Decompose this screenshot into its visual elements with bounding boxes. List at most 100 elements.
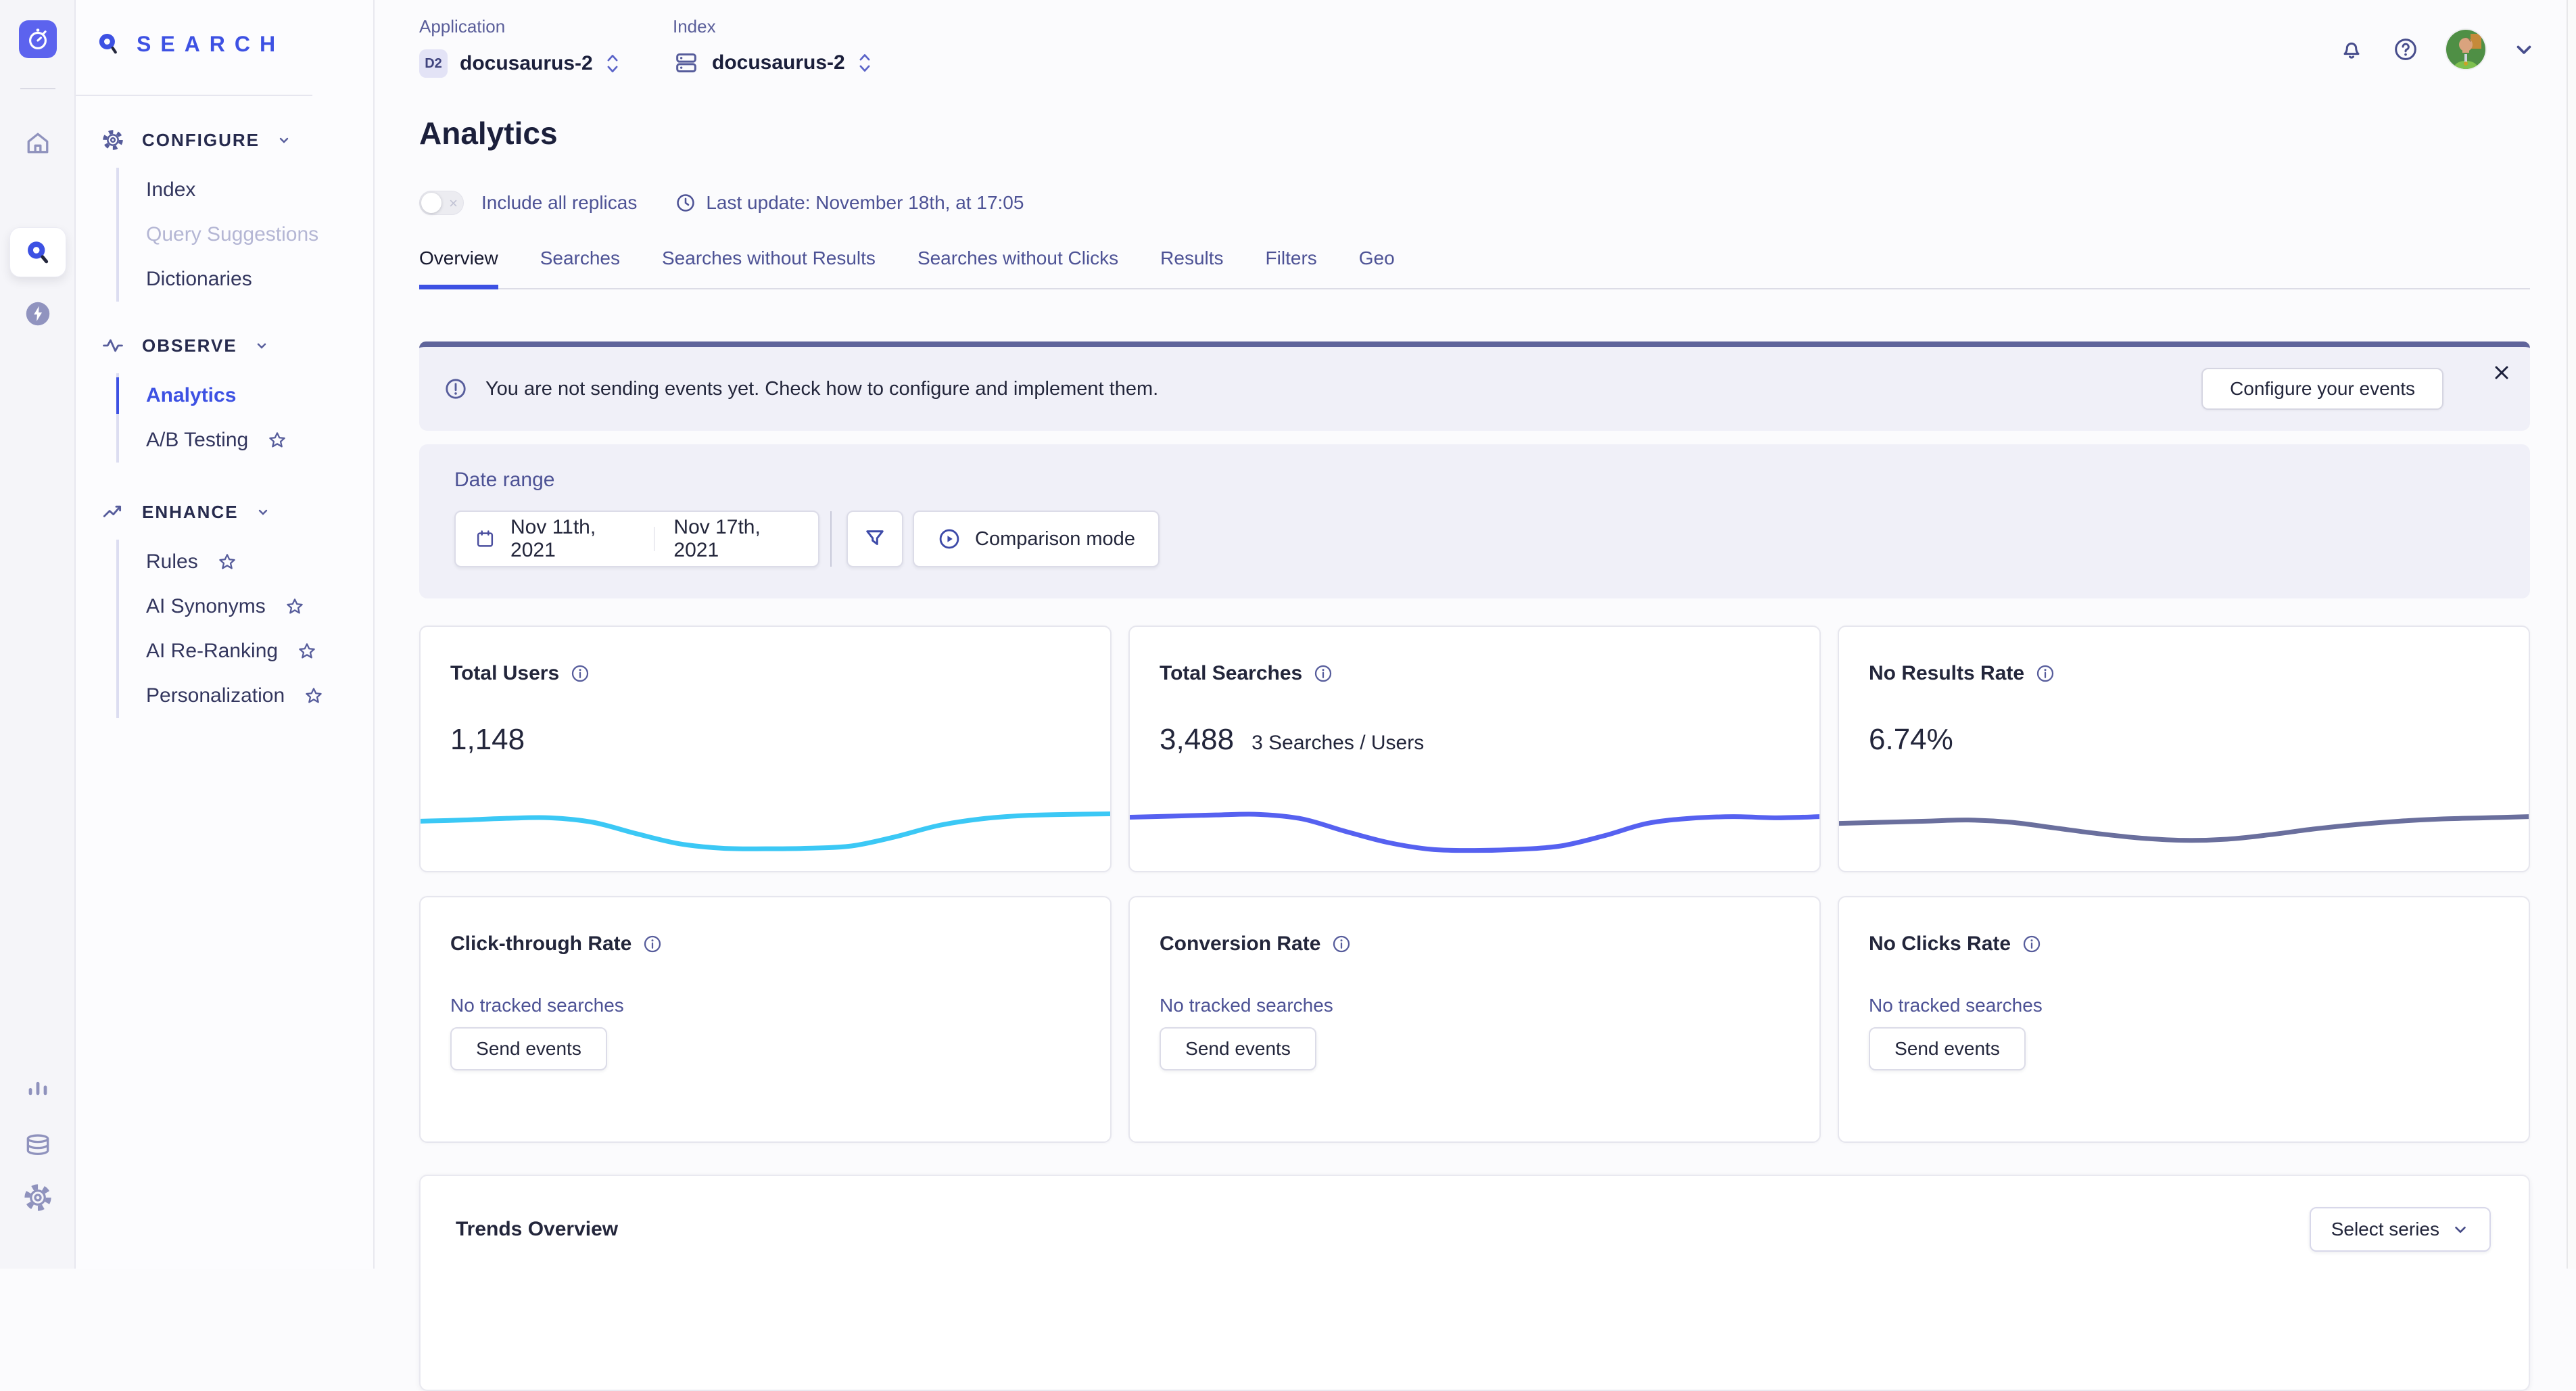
date-range-button[interactable]: Nov 11th, 2021 Nov 17th, 2021: [454, 511, 819, 567]
sidebar-item-label: Dictionaries: [146, 268, 252, 291]
filter-button[interactable]: [846, 511, 903, 567]
settings-gear-icon[interactable]: [23, 1183, 53, 1212]
user-avatar[interactable]: [2446, 30, 2485, 69]
scrollbar-track[interactable]: [2567, 0, 2576, 1269]
include-replicas-toggle[interactable]: ×: [419, 191, 464, 215]
application-label: Application: [419, 16, 620, 37]
nav-section-configure[interactable]: CONFIGURE: [76, 123, 373, 157]
nav-section-observe[interactable]: OBSERVE: [76, 329, 373, 362]
empty-state-text: No tracked searches: [1869, 995, 2499, 1016]
info-icon[interactable]: [642, 934, 663, 954]
total-users-card: Total Users 1,148: [419, 626, 1112, 872]
pulse-icon: [101, 334, 124, 357]
sidebar-item-label: Rules: [146, 550, 198, 573]
user-menu-chevron-icon[interactable]: [2512, 38, 2535, 61]
sidebar-item-dictionaries[interactable]: Dictionaries: [119, 257, 373, 302]
search-icon: [22, 237, 53, 268]
send-events-button[interactable]: Send events: [1160, 1027, 1316, 1070]
comparison-mode-label: Comparison mode: [975, 528, 1135, 550]
card-title: Click-through Rate: [450, 933, 631, 956]
sidebar-item-query-suggestions[interactable]: Query Suggestions: [119, 212, 373, 257]
toggle-off-x-icon: ×: [449, 195, 458, 212]
play-circle-icon: [937, 527, 961, 551]
nav-items-configure: Index Query Suggestions Dictionaries: [116, 168, 373, 302]
logo-text: SEARCH: [137, 32, 285, 57]
info-icon[interactable]: [2022, 934, 2042, 954]
card-title: Total Searches: [1160, 662, 1302, 685]
events-banner: You are not sending events yet. Check ho…: [419, 341, 2530, 431]
topbar-right: [2338, 30, 2535, 69]
chevron-down-icon: [2452, 1221, 2469, 1238]
home-icon[interactable]: [23, 128, 53, 158]
sidebar-item-ai-reranking[interactable]: AI Re-Ranking: [119, 629, 373, 674]
banner-message: You are not sending events yet. Check ho…: [485, 378, 1158, 400]
select-series-button[interactable]: Select series: [2310, 1207, 2491, 1252]
star-icon: [297, 641, 317, 661]
date-range-label: Date range: [454, 469, 2530, 492]
send-events-button[interactable]: Send events: [450, 1027, 607, 1070]
clock-icon: [675, 192, 696, 214]
application-badge: D2: [419, 49, 448, 78]
sidebar-item-analytics[interactable]: Analytics: [119, 373, 373, 418]
help-icon[interactable]: [2392, 36, 2419, 63]
tab-filters[interactable]: Filters: [1266, 247, 1317, 288]
sidebar-item-ai-synonyms[interactable]: AI Synonyms: [119, 584, 373, 629]
page-meta-row: × Include all replicas Last update: Nove…: [419, 191, 1024, 215]
tab-searches[interactable]: Searches: [540, 247, 620, 288]
last-update-text: Last update: November 18th, at 17:05: [706, 192, 1024, 214]
index-value: docusaurus-2: [712, 51, 845, 74]
nav-section-enhance[interactable]: ENHANCE: [76, 495, 373, 529]
notifications-bell-icon[interactable]: [2338, 36, 2365, 63]
chevron-down-icon: [254, 337, 270, 354]
tab-results[interactable]: Results: [1160, 247, 1223, 288]
card-title: No Results Rate: [1869, 662, 2024, 685]
application-selector[interactable]: Application D2 docusaurus-2: [419, 16, 620, 78]
info-icon[interactable]: [2035, 663, 2055, 684]
nav-items-observe: Analytics A/B Testing: [116, 373, 373, 463]
sidebar-item-rules[interactable]: Rules: [119, 540, 373, 584]
metrics-row-1: Total Users 1,148 Total Searches 3,488 3: [419, 626, 2530, 872]
index-selector[interactable]: Index docusaurus-2: [673, 16, 872, 76]
total-searches-card: Total Searches 3,488 3 Searches / Users: [1128, 626, 1821, 872]
tab-overview[interactable]: Overview: [419, 247, 498, 288]
star-icon: [285, 596, 305, 617]
star-icon: [267, 430, 287, 450]
info-icon[interactable]: [1313, 663, 1333, 684]
date-end: Nov 17th, 2021: [673, 516, 799, 562]
tab-geo[interactable]: Geo: [1359, 247, 1395, 288]
chevron-down-icon: [255, 504, 271, 520]
analytics-tabs: Overview Searches Searches without Resul…: [419, 247, 2530, 289]
recommend-icon[interactable]: [23, 299, 53, 329]
app-switcher-icon[interactable]: [19, 20, 57, 58]
sidebar-item-index[interactable]: Index: [119, 168, 373, 212]
alert-info-icon: [444, 377, 468, 401]
sidebar-item-personalization[interactable]: Personalization: [119, 674, 373, 718]
sidebar-item-label: Personalization: [146, 684, 285, 707]
tab-searches-without-clicks[interactable]: Searches without Clicks: [917, 247, 1118, 288]
empty-state-text: No tracked searches: [450, 995, 1080, 1016]
info-icon[interactable]: [570, 663, 590, 684]
send-events-button[interactable]: Send events: [1869, 1027, 2026, 1070]
funnel-icon: [863, 527, 887, 551]
sidebar-item-label: AI Synonyms: [146, 595, 266, 618]
comparison-mode-button[interactable]: Comparison mode: [913, 511, 1160, 567]
calendar-icon: [475, 527, 496, 550]
info-icon[interactable]: [1331, 934, 1352, 954]
no-clicks-rate-card: No Clicks Rate No tracked searches Send …: [1838, 896, 2530, 1143]
metrics-row-2: Click-through Rate No tracked searches S…: [419, 896, 2530, 1143]
toggle-thumb: [421, 193, 442, 213]
tab-searches-without-results[interactable]: Searches without Results: [662, 247, 876, 288]
card-title: No Clicks Rate: [1869, 933, 2011, 956]
date-row-divider: [830, 511, 832, 567]
search-product-active[interactable]: [9, 227, 66, 277]
nav-items-enhance: Rules AI Synonyms AI Re-Ranking Personal…: [116, 540, 373, 718]
sidebar-item-ab-testing[interactable]: A/B Testing: [119, 418, 373, 463]
search-product-logo[interactable]: SEARCH: [95, 30, 285, 58]
configure-events-button[interactable]: Configure your events: [2201, 368, 2443, 410]
close-icon[interactable]: [2491, 362, 2512, 383]
card-value: 3,488: [1160, 723, 1234, 757]
indices-stack-icon[interactable]: [23, 1130, 53, 1160]
card-title: Total Users: [450, 662, 559, 685]
usage-chart-icon[interactable]: [23, 1070, 53, 1100]
date-start: Nov 11th, 2021: [510, 516, 635, 562]
